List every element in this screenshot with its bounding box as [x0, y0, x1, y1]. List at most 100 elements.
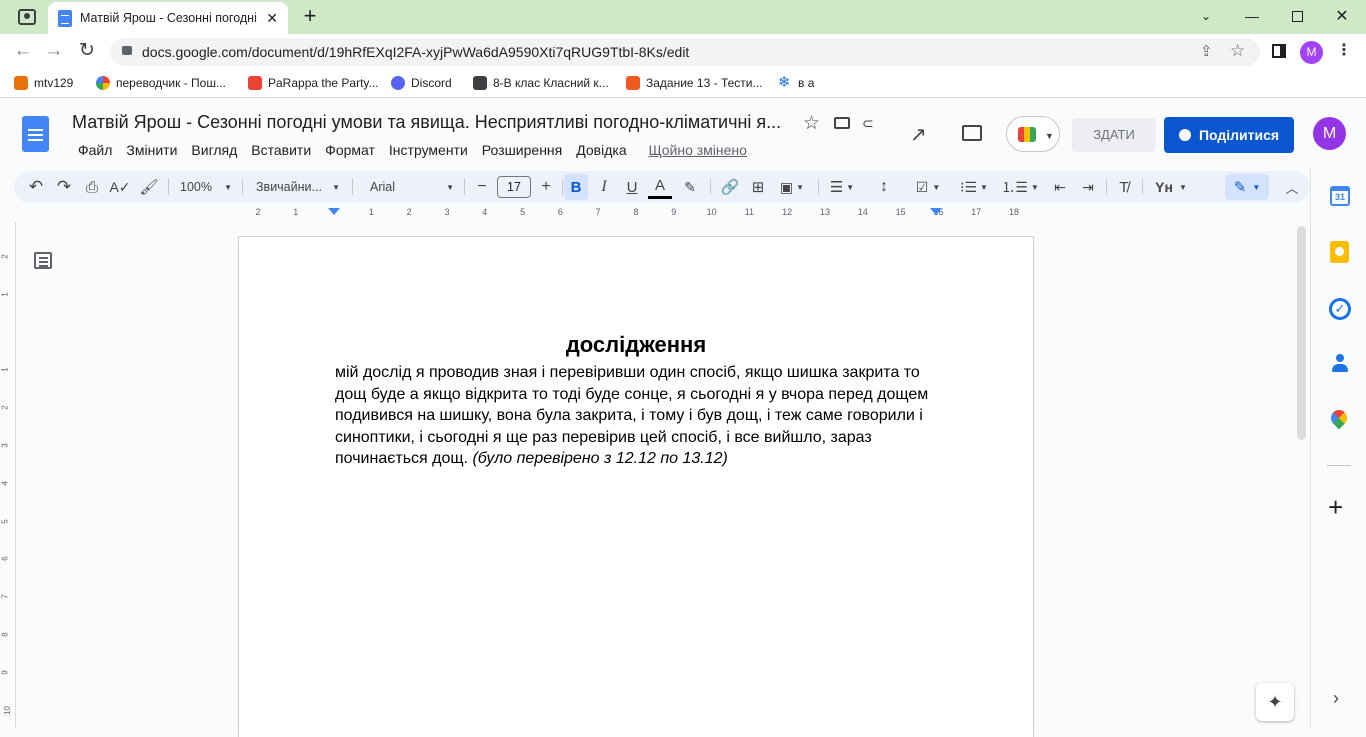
document-outline-icon[interactable] — [34, 252, 52, 269]
insert-image-icon[interactable]: ▣ ▼ — [774, 171, 810, 203]
side-panel-icon[interactable] — [1272, 44, 1286, 58]
undo-icon[interactable]: ↶ — [24, 171, 48, 203]
input-tools-icon[interactable]: Yн ▼ — [1150, 171, 1192, 203]
vertical-scrollbar[interactable] — [1297, 226, 1306, 440]
decrease-indent-icon[interactable]: ⇤ — [1048, 171, 1072, 203]
highlight-color-icon[interactable]: ✎ — [678, 171, 702, 203]
vruler-tick-label: 1 — [0, 292, 10, 297]
menu-extensions[interactable]: Розширення — [475, 142, 569, 158]
editing-mode-button[interactable]: ✎ ▼ — [1225, 174, 1269, 200]
tab-search-icon[interactable] — [18, 9, 36, 25]
menu-format[interactable]: Формат — [318, 142, 382, 158]
bookmark-item[interactable]: mtv129 — [14, 76, 73, 90]
discord-favicon-icon — [391, 76, 405, 90]
ruler-tick-label: 1 — [368, 207, 374, 217]
add-comment-icon[interactable]: ⊞ — [746, 171, 770, 203]
explore-button[interactable]: ✦ — [1256, 683, 1294, 721]
comments-icon[interactable] — [962, 125, 982, 141]
docs-home-icon[interactable] — [22, 116, 49, 152]
contacts-icon[interactable] — [1331, 354, 1349, 374]
vruler-tick-label: 2 — [0, 254, 10, 259]
bookmark-star-icon[interactable]: ☆ — [1230, 41, 1245, 61]
bulleted-list-icon[interactable]: ⁝☰ ▼ — [956, 171, 992, 203]
url-field[interactable]: docs.google.com/document/d/19hRfEXqI2FA-… — [110, 38, 1260, 66]
share-page-icon[interactable]: ⇪ — [1200, 42, 1213, 60]
browser-tab[interactable]: Матвій Ярош - Сезонні погодні ✕ — [48, 2, 288, 34]
activity-trend-icon[interactable]: ↗ — [910, 122, 927, 147]
collapse-menus-icon[interactable]: ︿ — [1280, 171, 1304, 203]
close-window-button[interactable]: ✕ — [1331, 6, 1353, 26]
bookmark-item[interactable]: Задание 13 - Тести... — [626, 76, 762, 90]
browser-menu-icon[interactable]: ⋮ — [1336, 40, 1352, 60]
vruler-tick-label: 1 — [0, 367, 10, 373]
submit-button[interactable]: ЗДАТИ — [1072, 118, 1156, 152]
menu-file[interactable]: Файл — [71, 142, 119, 158]
bookmarks-bar: mtv129 переводчик - Пош... PaRappa the P… — [0, 70, 1366, 98]
get-addons-icon[interactable]: + — [1328, 494, 1343, 520]
paint-format-icon[interactable]: 🖌 — [138, 171, 160, 203]
document-body[interactable]: мій дослід я проводив зная і перевіривши… — [335, 362, 937, 470]
cloud-status-icon[interactable]: ⊂ — [862, 115, 874, 132]
zoom-select[interactable]: 100% ▼ — [176, 171, 236, 203]
last-edit-link[interactable]: Щойно змінено — [642, 142, 754, 158]
menu-view[interactable]: Вигляд — [184, 142, 244, 158]
paragraph-style-select[interactable]: Звичайни... ▼ — [250, 171, 346, 203]
bookmark-item[interactable]: PaRappa the Party... — [248, 76, 379, 90]
italic-button[interactable]: I — [592, 171, 616, 203]
right-indent-marker[interactable] — [930, 208, 942, 215]
underline-button[interactable]: U — [620, 171, 644, 203]
font-size-input[interactable]: 17 — [497, 171, 531, 203]
decrease-font-size-button[interactable]: − — [470, 171, 494, 203]
tab-list-icon[interactable]: ⌄ — [1195, 6, 1217, 26]
reload-button[interactable]: ↻ — [76, 39, 98, 61]
line-spacing-icon[interactable]: ↕ — [872, 171, 896, 203]
keep-icon[interactable] — [1330, 241, 1349, 263]
minimize-button[interactable]: — — [1241, 6, 1263, 26]
bookmark-item[interactable]: Discord — [391, 76, 452, 90]
insert-link-icon[interactable]: 🔗 — [718, 171, 742, 203]
bold-button[interactable]: B — [564, 174, 588, 200]
profile-avatar[interactable]: M — [1300, 41, 1323, 64]
spellcheck-icon[interactable]: A✓ — [108, 171, 132, 203]
document-title[interactable]: Матвій Ярош - Сезонні погодні умови та я… — [72, 112, 781, 133]
new-tab-button[interactable]: + — [298, 4, 322, 28]
maps-icon[interactable] — [1327, 406, 1351, 430]
tasks-icon[interactable]: ✓ — [1329, 298, 1351, 320]
text-color-button[interactable]: A — [648, 175, 672, 199]
bookmark-item[interactable]: переводчик - Пош... — [96, 76, 226, 90]
move-folder-icon[interactable] — [834, 117, 850, 129]
menu-insert[interactable]: Вставити — [244, 142, 318, 158]
forward-button[interactable]: → — [43, 40, 65, 62]
print-icon[interactable]: ⎙ — [80, 171, 104, 203]
share-button[interactable]: Поділитися — [1164, 117, 1294, 153]
bookmark-item[interactable]: ❄ в а — [778, 75, 814, 90]
calendar-icon[interactable]: 31 — [1330, 186, 1350, 206]
redo-icon[interactable]: ↷ — [52, 171, 76, 203]
meet-icon — [1018, 127, 1036, 142]
font-family-select[interactable]: Arial ▼ — [364, 171, 460, 203]
menu-edit[interactable]: Змінити — [119, 142, 184, 158]
meet-button[interactable]: ▼ — [1006, 116, 1060, 152]
close-tab-icon[interactable]: ✕ — [266, 10, 278, 27]
back-button[interactable]: ← — [12, 40, 34, 62]
maximize-button[interactable] — [1286, 6, 1308, 26]
numbered-list-icon[interactable]: ⒈☰ ▼ — [1001, 171, 1038, 203]
increase-font-size-button[interactable]: + — [534, 171, 558, 203]
document-heading[interactable]: дослідження — [239, 332, 1033, 358]
horizontal-ruler: 2 1 1 2 3 4 5 6 7 8 9 10 11 12 13 14 15 16 17 18 — [0, 206, 1310, 222]
star-icon[interactable]: ☆ — [803, 112, 820, 135]
ruler-tick-label: 2 — [255, 207, 261, 217]
ruler-tick-label: 9 — [671, 207, 677, 217]
document-page[interactable]: дослідження мій дослід я проводив зная і… — [239, 237, 1033, 737]
checklist-icon[interactable]: ☑ ▼ — [910, 171, 946, 203]
increase-indent-icon[interactable]: ⇥ — [1076, 171, 1100, 203]
ruler-tick-label: 7 — [595, 207, 601, 217]
clear-formatting-icon[interactable]: T̸ — [1112, 171, 1136, 203]
bookmark-item[interactable]: 8-В клас Класний к... — [473, 76, 609, 90]
menu-help[interactable]: Довідка — [569, 142, 633, 158]
expand-panel-icon[interactable]: › — [1333, 688, 1339, 709]
left-indent-marker[interactable] — [328, 208, 340, 215]
align-icon[interactable]: ☰ ▼ — [826, 171, 858, 203]
account-avatar[interactable]: M — [1313, 117, 1346, 150]
menu-tools[interactable]: Інструменти — [382, 142, 475, 158]
